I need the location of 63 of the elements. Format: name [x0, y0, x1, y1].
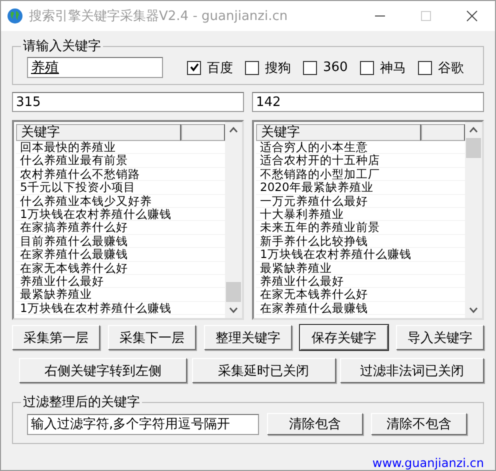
list-row[interactable]: 一万元养殖什么最好	[256, 194, 465, 208]
column-header[interactable]: 关键字	[256, 124, 421, 141]
engine-checkbox[interactable]: 搜狗	[245, 58, 291, 76]
list-row[interactable]: 养殖业什么最好	[16, 274, 225, 288]
list-row[interactable]: 未来五年的养殖业前景	[256, 221, 465, 235]
window-title: 搜索引擎关键字采集器V2.4 - guanjianzi.cn	[29, 8, 289, 25]
globe-icon	[7, 8, 23, 24]
action-button[interactable]: 整理关键字	[204, 325, 292, 350]
column-header[interactable]	[181, 124, 225, 141]
scrollbar[interactable]	[465, 122, 482, 318]
action-button[interactable]: 采集第一层	[12, 325, 100, 350]
action-button[interactable]: 采集延时已关闭	[192, 358, 336, 383]
scroll-thumb[interactable]	[226, 282, 241, 302]
action-button[interactable]: 导入关键字	[396, 325, 484, 350]
filter-field[interactable]: 输入过滤字符,多个字符用逗号隔开	[27, 414, 259, 434]
list-row[interactable]: 1万块钱在农村养殖什么赚钱	[16, 208, 225, 222]
list-row[interactable]: 不愁销路的小型加工厂	[256, 168, 465, 182]
scrollbar[interactable]	[225, 122, 242, 318]
group-legend: 请输入关键字	[21, 37, 103, 55]
checkbox[interactable]	[418, 60, 432, 74]
clear-button[interactable]: 清除包含	[267, 413, 363, 435]
list-row[interactable]: 回本最快的养殖业	[16, 141, 225, 154]
list-row[interactable]: 在家搞养殖养什么好	[16, 221, 225, 235]
action-button[interactable]: 保存关键字	[300, 325, 388, 350]
list-row[interactable]: 适合农村开的十五种店	[256, 154, 465, 168]
list-row[interactable]: 农村养殖什么不愁销路	[16, 168, 225, 182]
list-row[interactable]: 目前养殖什么最赚钱	[16, 234, 225, 248]
list-row[interactable]: 十大暴利养殖业	[256, 208, 465, 222]
list-row[interactable]: 什么养殖业本钱少又好养	[16, 194, 225, 208]
website-link[interactable]: www.guanjianzi.cn	[372, 456, 484, 470]
action-button[interactable]: 右侧关键字转到左侧	[19, 358, 187, 383]
list-row[interactable]: 在家无本钱养什么好	[16, 262, 225, 275]
list-row[interactable]: 5千元以下投资小项目	[16, 181, 225, 195]
count-field[interactable]: 142	[252, 92, 484, 112]
list-row[interactable]: 最紧缺养殖业	[16, 288, 225, 302]
list-row[interactable]: 什么养殖业最有前景	[16, 154, 225, 168]
list-row[interactable]: 在家养殖什么最赚钱	[16, 248, 225, 262]
list-row[interactable]: 1万块钱在农村养殖什么赚钱	[16, 302, 225, 316]
column-header[interactable]	[421, 124, 465, 141]
engine-checkbox[interactable]: 百度	[187, 58, 233, 76]
group-legend: 过滤整理后的关键字	[21, 393, 142, 411]
list-row[interactable]: 适合穷人的小本生意	[256, 141, 465, 154]
column-header[interactable]: 关键字	[16, 124, 181, 141]
checkbox[interactable]	[360, 60, 374, 74]
list-row[interactable]: 在家无本钱养什么好	[256, 288, 465, 302]
list-row[interactable]: 新手养什么比较挣钱	[256, 234, 465, 248]
list-row[interactable]: 1万块钱在农村养殖什么赚钱	[256, 248, 465, 262]
checkbox[interactable]	[303, 60, 317, 74]
engine-checkbox[interactable]: 神马	[360, 58, 406, 76]
engine-checkbox[interactable]: 谷歌	[418, 58, 464, 76]
count-field[interactable]: 315	[12, 92, 244, 112]
list-row[interactable]: 在家养殖什么最赚钱	[256, 302, 465, 316]
checkbox[interactable]	[245, 60, 259, 74]
action-button[interactable]: 采集下一层	[108, 325, 196, 350]
scroll-thumb[interactable]	[466, 138, 481, 158]
keyword-field[interactable]: 养殖	[27, 57, 163, 78]
clear-button[interactable]: 清除不包含	[371, 413, 467, 435]
engine-checkbox[interactable]: 360	[303, 58, 348, 76]
checkbox[interactable]	[187, 60, 201, 74]
list-row[interactable]: 2020年最紧缺养殖业	[256, 181, 465, 195]
action-button[interactable]: 过滤非法词已关闭	[340, 358, 484, 383]
list-row[interactable]: 最紧缺养殖业	[256, 262, 465, 275]
list-row[interactable]: 养殖业什么最好	[256, 274, 465, 288]
